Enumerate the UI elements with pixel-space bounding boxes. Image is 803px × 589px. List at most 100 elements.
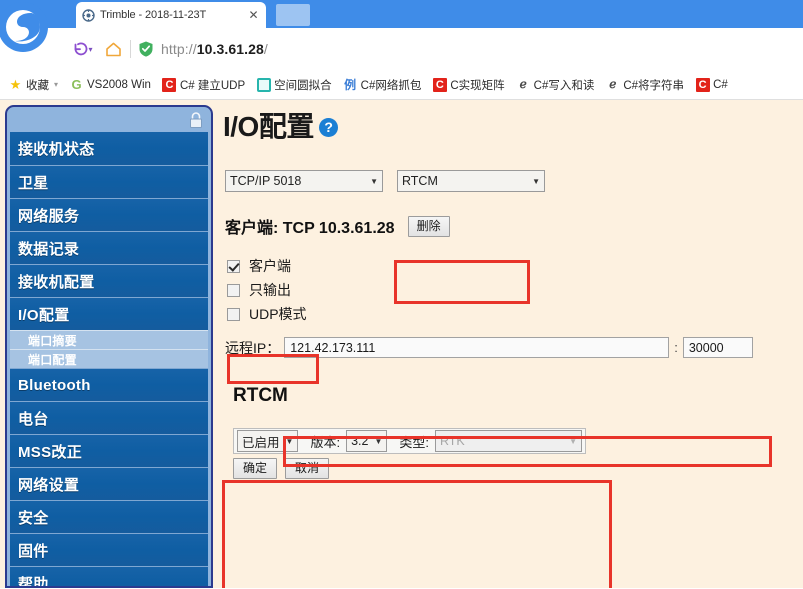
bookmark-item-udp[interactable]: C C# 建立UDP bbox=[162, 73, 245, 97]
home-icon[interactable] bbox=[98, 34, 128, 64]
sidebar-subitem-port-config[interactable]: 端口配置 bbox=[10, 349, 208, 368]
toolbar-divider bbox=[130, 40, 131, 58]
sidebar-item-label: 接收机配置 bbox=[18, 273, 95, 291]
rtcm-type-select[interactable]: RTK ▼ bbox=[435, 430, 582, 452]
help-question-icon[interactable]: ? bbox=[318, 117, 338, 137]
remote-port-input[interactable] bbox=[682, 337, 753, 358]
rtcm-enable-select[interactable]: 已启用 ▼ bbox=[237, 430, 299, 452]
g-icon: G bbox=[71, 77, 82, 92]
checkbox-row-udp-mode[interactable]: UDP模式 bbox=[227, 303, 307, 325]
rtcm-enable-value: 已启用 bbox=[242, 435, 280, 450]
sidebar-item-label: Bluetooth bbox=[18, 376, 91, 394]
bookmark-item-vs2008[interactable]: G VS2008 Win bbox=[69, 73, 151, 97]
client-connection-row: 客户端: TCP 10.3.61.28 删除 bbox=[225, 214, 450, 238]
sidebar-item-security[interactable]: 安全 bbox=[10, 500, 208, 533]
restore-caret-icon[interactable]: ▾ bbox=[88, 45, 92, 54]
browser-chrome: Trimble - 2018-11-23T ✕ ▾ http://10.3.61… bbox=[0, 0, 803, 70]
bookmark-item-matrix[interactable]: C C实现矩阵 bbox=[432, 73, 505, 97]
hand-icon: ℯ bbox=[519, 77, 527, 91]
rtcm-button-row: 确定 取消 bbox=[233, 458, 337, 479]
sidebar-item-network-settings[interactable]: 网络设置 bbox=[10, 467, 208, 500]
new-tab-button[interactable] bbox=[276, 4, 310, 26]
cancel-button[interactable]: 取消 bbox=[285, 458, 329, 479]
rtcm-version-label: 版本: bbox=[310, 434, 341, 450]
rtcm-version-select[interactable]: 3.2 ▼ bbox=[346, 430, 388, 452]
bookmark-item-netcapture[interactable]: 例 C#网络抓包 bbox=[343, 73, 421, 97]
chevron-down-icon: ▼ bbox=[285, 436, 294, 446]
checkbox-label: 客户端 bbox=[249, 258, 291, 274]
client-checkbox[interactable] bbox=[227, 259, 240, 273]
sidebar-item-bluetooth[interactable]: Bluetooth bbox=[10, 368, 208, 401]
bookmarks-bar: ★ 收藏 ▾ G VS2008 Win C C# 建立UDP 空间圆拟合 例 C… bbox=[0, 70, 803, 100]
sidebar-item-receiver-config[interactable]: 接收机配置 bbox=[10, 264, 208, 297]
sidebar-item-io-config[interactable]: I/O配置 bbox=[10, 297, 208, 330]
checkbox-row-client[interactable]: 客户端 bbox=[227, 255, 307, 277]
udp-mode-checkbox[interactable] bbox=[227, 307, 240, 321]
output-only-checkbox[interactable] bbox=[227, 283, 240, 297]
page-title: I/O配置 ? bbox=[223, 105, 338, 145]
ok-button[interactable]: 确定 bbox=[233, 458, 277, 479]
sidebar: 接收机状态 卫星 网络服务 数据记录 接收机配置 I/O配置 端口摘要 端口配置 bbox=[5, 105, 213, 588]
bookmark-label: C#写入和读 bbox=[533, 79, 595, 92]
sidebar-item-mss-correction[interactable]: MSS改正 bbox=[10, 434, 208, 467]
checkbox-label: 只输出 bbox=[249, 282, 291, 298]
main-content: I/O配置 ? TCP/IP 5018 ▼ RTCM ▼ 客户端: TCP 10… bbox=[220, 100, 803, 588]
bookmark-label: 收藏 bbox=[26, 79, 49, 92]
sidebar-item-firmware[interactable]: 固件 bbox=[10, 533, 208, 566]
bookmark-item-favorites[interactable]: ★ 收藏 ▾ bbox=[8, 73, 58, 97]
port-select-value: TCP/IP 5018 bbox=[230, 174, 302, 188]
delete-button[interactable]: 删除 bbox=[407, 215, 450, 237]
sidebar-header bbox=[10, 110, 208, 132]
padlock-icon[interactable] bbox=[188, 112, 204, 129]
bookmark-label: C实现矩阵 bbox=[450, 79, 505, 92]
sidebar-item-label: 卫星 bbox=[18, 174, 49, 192]
tab-close-icon[interactable]: ✕ bbox=[247, 9, 260, 21]
browser-tab[interactable]: Trimble - 2018-11-23T ✕ bbox=[76, 2, 266, 28]
ip-port-separator: : bbox=[674, 340, 678, 355]
bookmark-label: 空间圆拟合 bbox=[274, 79, 332, 92]
sidebar-item-help[interactable]: 帮助 bbox=[10, 566, 208, 586]
sidebar-item-label: 安全 bbox=[18, 509, 49, 527]
teal-box-icon bbox=[256, 77, 271, 92]
sidebar-item-label: 数据记录 bbox=[18, 240, 80, 258]
chevron-down-icon[interactable]: ▾ bbox=[54, 80, 58, 89]
port-protocol-row: TCP/IP 5018 ▼ RTCM ▼ bbox=[225, 170, 545, 192]
sidebar-item-data-logging[interactable]: 数据记录 bbox=[10, 231, 208, 264]
bookmark-item-readwrite[interactable]: ℯ C#写入和读 bbox=[516, 73, 595, 97]
option-checkbox-group: 客户端 只输出 UDP模式 bbox=[227, 255, 307, 327]
bookmark-label: VS2008 Win bbox=[87, 78, 151, 91]
sidebar-item-radio[interactable]: 电台 bbox=[10, 401, 208, 434]
chevron-down-icon: ▼ bbox=[374, 436, 383, 446]
rtcm-type-label: 类型: bbox=[399, 434, 429, 450]
tab-strip: Trimble - 2018-11-23T ✕ bbox=[64, 0, 803, 28]
remote-ip-label: 远程IP： bbox=[225, 339, 281, 356]
sidebar-subitem-port-summary[interactable]: 端口摘要 bbox=[10, 330, 208, 349]
bookmark-item-string[interactable]: ℯ C#将字符串 bbox=[605, 73, 684, 97]
hand-icon: ℯ bbox=[609, 77, 617, 91]
address-bar[interactable]: http://10.3.61.28/ bbox=[161, 41, 268, 57]
sidebar-item-satellite[interactable]: 卫星 bbox=[10, 165, 208, 198]
bookmark-item-circlefit[interactable]: 空间圆拟合 bbox=[256, 73, 332, 97]
sidebar-item-network-service[interactable]: 网络服务 bbox=[10, 198, 208, 231]
port-select[interactable]: TCP/IP 5018 ▼ bbox=[225, 170, 383, 192]
undo-restore-icon[interactable]: ▾ bbox=[70, 34, 94, 64]
csdn-c-icon: C bbox=[162, 77, 177, 92]
checkbox-row-output-only[interactable]: 只输出 bbox=[227, 279, 307, 301]
sogou-s-logo bbox=[0, 0, 64, 70]
page-title-text: I/O配置 bbox=[223, 111, 314, 142]
checkbox-label: UDP模式 bbox=[249, 306, 307, 322]
protocol-select-value: RTCM bbox=[402, 174, 438, 188]
sidebar-item-label: MSS改正 bbox=[18, 443, 83, 461]
remote-ip-input[interactable] bbox=[284, 337, 670, 358]
security-shield-icon[interactable] bbox=[137, 40, 155, 58]
sidebar-item-receiver-status[interactable]: 接收机状态 bbox=[10, 132, 208, 165]
protocol-select[interactable]: RTCM ▼ bbox=[397, 170, 545, 192]
sidebar-item-label: 固件 bbox=[18, 542, 49, 560]
bookmark-label: C# 建立UDP bbox=[179, 79, 246, 92]
client-connection-label: 客户端: TCP 10.3.61.28 bbox=[225, 220, 395, 237]
chevron-down-icon: ▼ bbox=[532, 176, 540, 186]
sidebar-item-label: 网络设置 bbox=[18, 476, 80, 494]
trimble-favicon bbox=[82, 8, 95, 22]
bookmark-item-csharp[interactable]: C C# bbox=[695, 73, 728, 97]
bookmark-label: C# bbox=[713, 78, 728, 91]
